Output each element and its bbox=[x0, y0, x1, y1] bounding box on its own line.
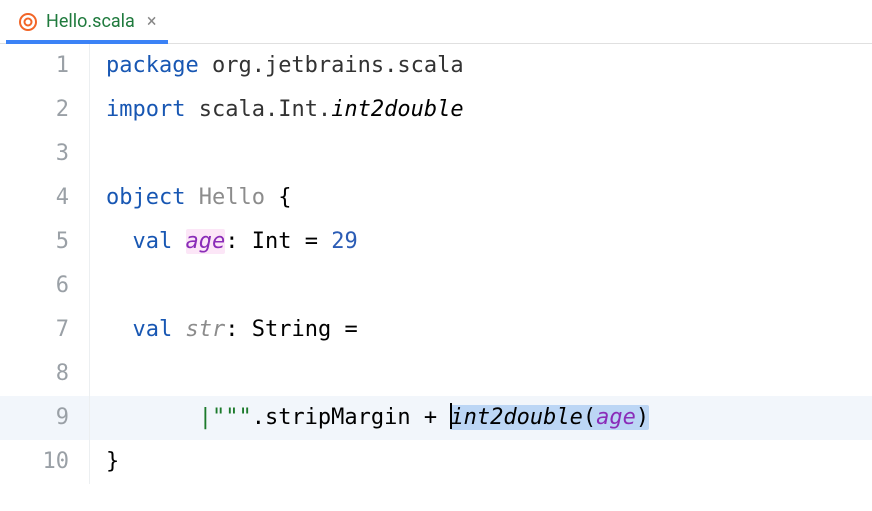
line-number: 9 bbox=[0, 396, 90, 440]
intention-bulb-icon[interactable] bbox=[108, 360, 132, 388]
code-editor[interactable]: 1 package org.jetbrains.scala 2 import s… bbox=[0, 44, 872, 484]
code-line: 2 import scala.Int.int2double bbox=[0, 88, 872, 132]
tab-bar: Hello.scala × bbox=[0, 0, 872, 44]
code-line: 6 bbox=[0, 264, 872, 308]
text-cursor bbox=[450, 403, 452, 429]
line-number: 7 bbox=[0, 308, 90, 352]
code-line: 1 package org.jetbrains.scala bbox=[0, 44, 872, 88]
code-line: 3 bbox=[0, 132, 872, 176]
line-number: 2 bbox=[0, 88, 90, 132]
line-number: 3 bbox=[0, 132, 90, 176]
code-line: 8 s"""My age is bbox=[0, 352, 872, 396]
line-number: 4 bbox=[0, 176, 90, 220]
tab-filename: Hello.scala bbox=[46, 11, 135, 32]
scala-file-icon bbox=[18, 12, 38, 32]
line-number: 8 bbox=[0, 352, 90, 396]
line-number: 5 bbox=[0, 220, 90, 264]
line-number: 6 bbox=[0, 264, 90, 308]
close-icon[interactable]: × bbox=[147, 13, 157, 31]
file-tab[interactable]: Hello.scala × bbox=[6, 0, 168, 43]
code-line: 7 val str: String = bbox=[0, 308, 872, 352]
code-line: 4 object Hello { bbox=[0, 176, 872, 220]
line-number: 1 bbox=[0, 44, 90, 88]
code-line: 10 } bbox=[0, 440, 872, 484]
line-number: 10 bbox=[0, 440, 90, 484]
code-line: 9 |""".stripMargin + int2double(age) bbox=[0, 396, 872, 440]
code-line: 5 val age: Int = 29 bbox=[0, 220, 872, 264]
